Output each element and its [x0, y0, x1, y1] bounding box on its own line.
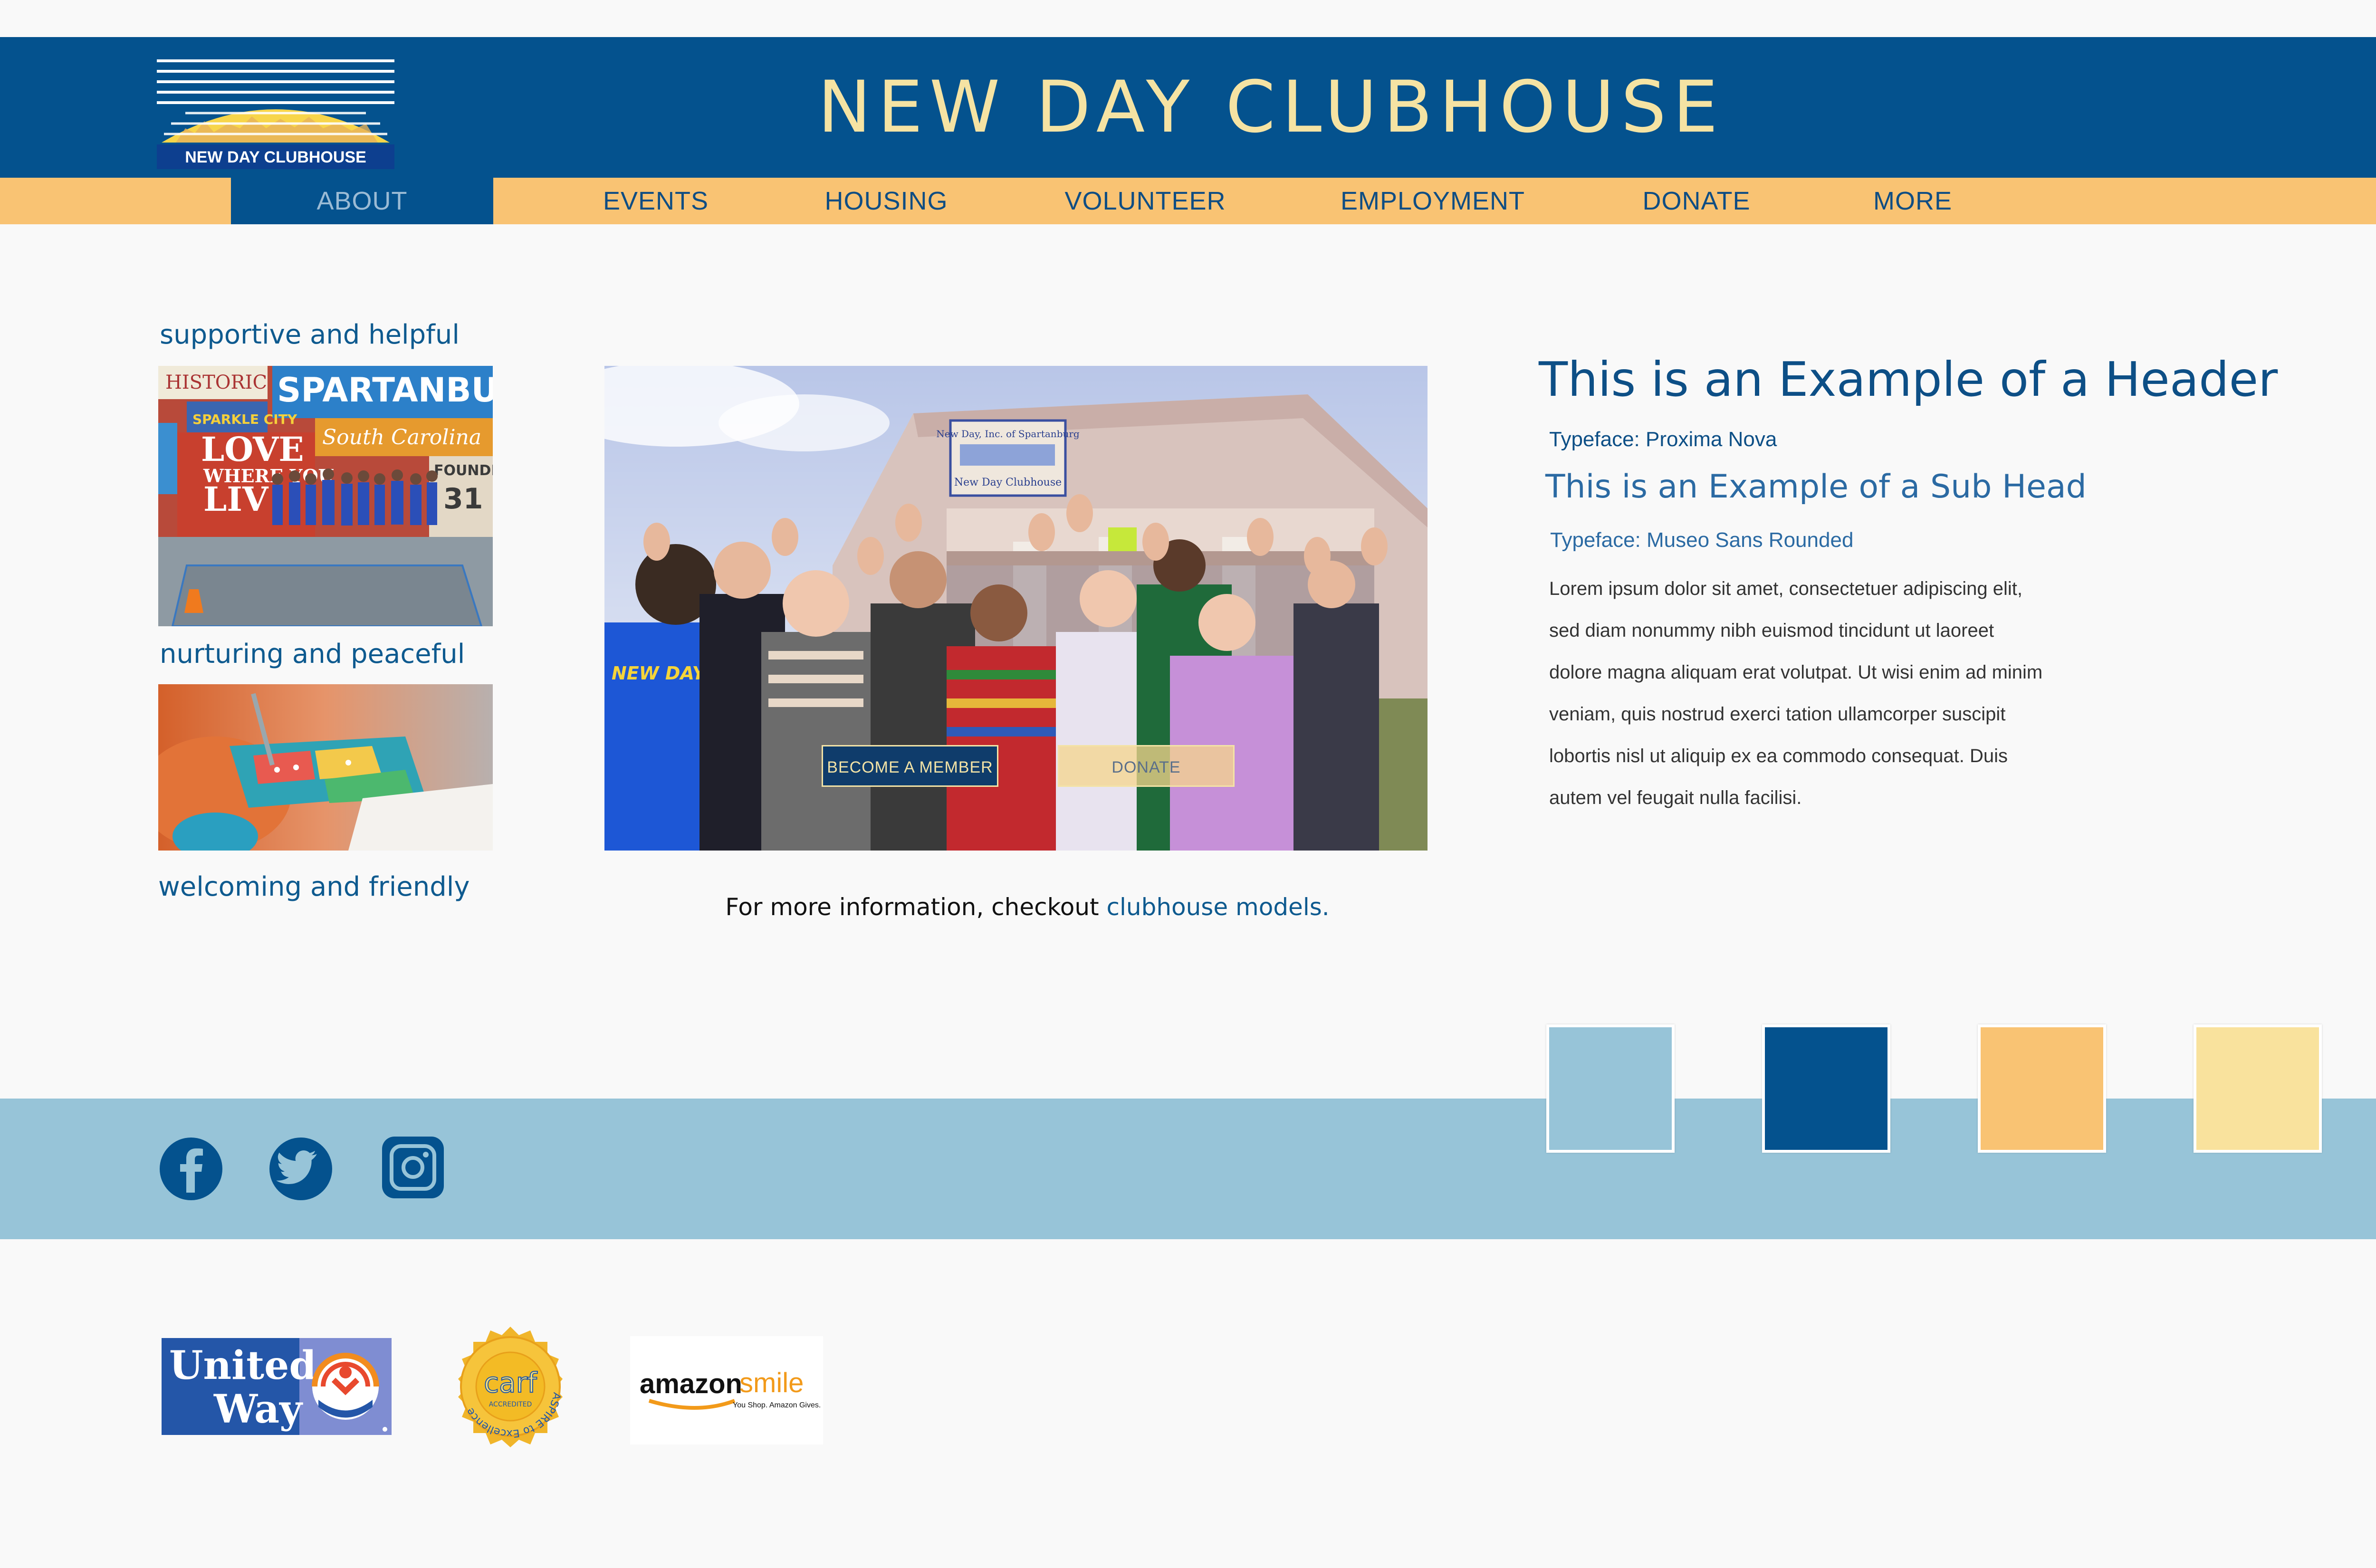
more-info: For more information, checkout clubhouse…: [604, 893, 1450, 921]
tagline-welcoming: welcoming and friendly: [158, 871, 470, 902]
tagline-supportive: supportive and helpful: [160, 319, 460, 350]
united-word: United: [169, 1343, 316, 1388]
mural-photo: HISTORIC SPARTANBURG SPARKLE CITY South …: [158, 366, 493, 626]
nav-volunteer[interactable]: VOLUNTEER: [1041, 178, 1250, 224]
clubhouse-models-link[interactable]: clubhouse models.: [1107, 893, 1330, 921]
become-member-button[interactable]: BECOME A MEMBER: [822, 745, 998, 787]
nav-housing[interactable]: HOUSING: [798, 178, 974, 224]
sign-line-2: New Day Clubhouse: [954, 477, 1062, 488]
mural-liv: LIV: [203, 479, 269, 519]
logo-text: NEW DAY CLUBHOUSE: [185, 148, 366, 166]
clubhouse-logo[interactable]: NEW DAY CLUBHOUSE: [157, 57, 394, 169]
nav-events[interactable]: EVENTS: [570, 178, 741, 224]
amazon-tagline: You Shop. Amazon Gives.: [733, 1401, 821, 1409]
amazon-smile-logo[interactable]: amazon smile You Shop. Amazon Gives.: [630, 1336, 823, 1444]
swatch-yellow: [2194, 1024, 2322, 1153]
mural-sparkle: SPARKLE CITY: [192, 411, 297, 427]
carf-word: carf: [484, 1367, 537, 1399]
mural-historic: HISTORIC: [165, 372, 267, 393]
more-info-text: For more information, checkout: [725, 893, 1107, 921]
site-header: NEW DAY CLUBHOUSE NEW DAY CLUBHOUSE: [0, 37, 2376, 178]
hero-donate-button[interactable]: DONATE: [1058, 745, 1235, 787]
lorem-line: dolore magna aliquam erat volutpat. Ut w…: [1549, 662, 2043, 683]
twitter-icon[interactable]: [268, 1137, 333, 1201]
lorem-line: autem vel feugait nulla facilisi.: [1549, 787, 1802, 808]
lorem-line: veniam, quis nostrud exerci tation ullam…: [1549, 704, 2006, 725]
facebook-icon[interactable]: [159, 1137, 223, 1201]
lorem-line: Lorem ipsum dolor sit amet, consectetuer…: [1549, 578, 2023, 599]
mural-spartanburg: SPARTANBURG: [277, 371, 493, 410]
nav-about[interactable]: ABOUT: [231, 178, 493, 224]
mural-image: HISTORIC SPARTANBURG SPARKLE CITY South …: [158, 366, 493, 626]
mural-love: LOVE: [201, 430, 304, 469]
swatch-navy: [1762, 1024, 1890, 1153]
lorem-body: Lorem ipsum dolor sit amet, consectetuer…: [1549, 568, 2119, 819]
mural-founded: FOUNDED: [434, 462, 493, 479]
nav-donate[interactable]: DONATE: [1616, 178, 1777, 224]
tagline-nurturing: nurturing and peaceful: [160, 639, 465, 669]
mural-sc: South Carolina: [322, 425, 481, 449]
lorem-line: sed diam nonummy nibh euismod tincidunt …: [1549, 620, 1994, 641]
craft-image: [158, 684, 493, 851]
main-nav: ABOUT EVENTS HOUSING VOLUNTEER EMPLOYMEN…: [0, 178, 2376, 224]
header-typeface: Typeface: Proxima Nova: [1549, 428, 1777, 451]
hero-photo: New Day, Inc. of Spartanburg New Day Clu…: [604, 366, 1428, 851]
example-header: This is an Example of a Header: [1539, 352, 2278, 407]
example-subhead: This is an Example of a Sub Head: [1545, 468, 2087, 506]
united-way-logo[interactable]: United Way: [162, 1338, 392, 1435]
mural-31: 31: [443, 482, 483, 516]
way-word: Way: [213, 1386, 303, 1432]
swatch-orange: [1978, 1024, 2106, 1153]
nav-more[interactable]: MORE: [1834, 178, 1991, 224]
instagram-icon[interactable]: [382, 1137, 444, 1198]
subhead-typeface: Typeface: Museo Sans Rounded: [1550, 528, 1854, 552]
lorem-line: lobortis nisl ut aliquip ex ea commodo c…: [1549, 746, 2008, 766]
nav-employment[interactable]: EMPLOYMENT: [1321, 178, 1544, 224]
carf-sub: ACCREDITED: [489, 1401, 532, 1408]
amazon-word: amazon: [640, 1368, 742, 1399]
hero-image: New Day, Inc. of Spartanburg New Day Clu…: [604, 366, 1428, 851]
smile-word: smile: [739, 1367, 804, 1398]
craft-photo: [158, 684, 493, 851]
swatch-light-blue: [1546, 1024, 1675, 1153]
carf-seal[interactable]: ASPIRE to Excellence carf ACCREDITED: [450, 1326, 571, 1447]
sign-line-1: New Day, Inc. of Spartanburg: [936, 428, 1080, 440]
